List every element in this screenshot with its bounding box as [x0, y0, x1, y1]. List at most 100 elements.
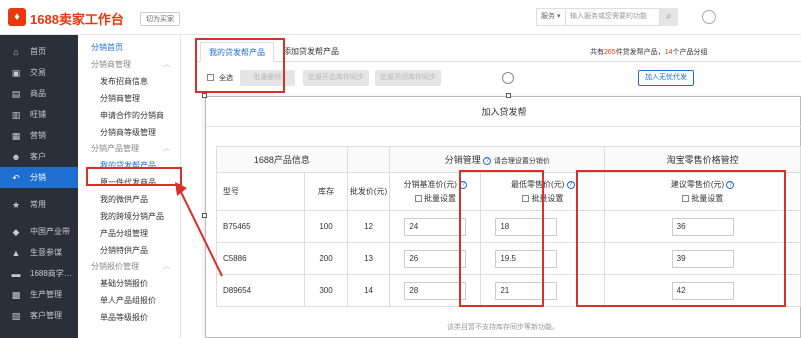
nav-item-label: 1688商学… — [30, 269, 72, 278]
trade-icon: ▣ — [11, 68, 21, 78]
sub-nav-item[interactable]: 分销商管理 — [78, 90, 180, 107]
search-icon: ⌕ — [666, 11, 672, 22]
nav-item-crm[interactable]: ▧ 客户管理 — [0, 305, 78, 326]
switch-to-buyer-button[interactable]: 切为买家 — [140, 12, 180, 26]
chevron-up-icon: ︿ — [163, 61, 170, 68]
sub-nav-item[interactable]: 发布招商信息 — [78, 73, 180, 90]
school-icon: ▬ — [11, 269, 21, 279]
dist-header-label: 分销管理 — [444, 155, 481, 165]
nav-item-label: 生意参谋 — [30, 248, 62, 257]
sub-nav-item[interactable]: 我的微供产品 — [78, 191, 180, 208]
sub-nav: 分销首页 分销商管理 ︿ 发布招商信息 分销商管理 申请合作的分销商 分销商等级管理 分销产品… — [78, 35, 181, 338]
crm-icon: ▧ — [11, 311, 21, 321]
resize-handle[interactable] — [202, 93, 207, 98]
base-price-label: 分销基准价(元) — [403, 180, 457, 189]
nav-item-label: 营销 — [30, 131, 46, 140]
business-icon: ▲ — [11, 248, 21, 258]
nav-item-production[interactable]: ▩ 生产管理 — [0, 284, 78, 305]
top-bar: ♦ 1688卖家工作台 切为买家 服务 ▾ 输入服务或您需要的功能 ⌕ — [0, 0, 801, 35]
service-select[interactable]: 服务 ▾ — [536, 8, 566, 26]
dialog-title: 加入贷发帮 — [206, 97, 801, 127]
customer-icon: ☻ — [11, 152, 21, 162]
batch-enable-sync-button[interactable]: 批量开启库存同步 — [303, 70, 369, 86]
distribution-icon: ↶ — [12, 173, 20, 183]
product-count: 265 — [604, 49, 616, 56]
summary-post: 个产品分组 — [672, 49, 708, 56]
summary-pre: 共有 — [590, 49, 604, 56]
nav-item-label: 首页 — [30, 47, 46, 56]
sub-nav-item[interactable]: 产品分组管理 — [78, 225, 180, 242]
sub-nav-item[interactable]: 分销商等级管理 — [78, 124, 180, 141]
nav-item-star[interactable]: ★ 常用 — [0, 194, 78, 215]
nav-item-label: 商品 — [30, 89, 46, 98]
summary-text: 共有265件贷发帮产品，14个产品分组 — [590, 47, 707, 57]
cell-stock: 100 — [304, 210, 348, 243]
group-title: 分销商管理 — [91, 60, 131, 69]
cell-stock: 300 — [304, 274, 348, 307]
tab-bar: 我的贷发帮产品 添加贷发帮产品 — [195, 42, 801, 62]
nav-item-marketing[interactable]: ▦ 营销 — [0, 125, 78, 146]
base-price-input[interactable]: 24 — [404, 217, 467, 236]
batch-disable-sync-button[interactable]: 批量关闭库存同步 — [375, 70, 441, 86]
batch-base-checkbox[interactable] — [414, 195, 422, 202]
search-button[interactable]: ⌕ — [660, 8, 678, 26]
sub-nav-item[interactable]: 基础分销报价 — [78, 275, 180, 292]
nav-item-goods[interactable]: ▤ 商品 — [0, 83, 78, 104]
help-icon[interactable]: ? — [566, 180, 575, 189]
sub-nav-item[interactable]: 申请合作的分销商 — [78, 107, 180, 124]
rotate-icon[interactable] — [502, 72, 514, 84]
help-icon[interactable]: ? — [483, 156, 492, 165]
cell-wholesale: 12 — [346, 210, 391, 243]
nav-item-distribution[interactable]: ↶ 分销 — [0, 167, 78, 188]
col-wholesale: 批发价(元) — [346, 172, 391, 211]
home-icon: ⌂ — [13, 47, 19, 57]
cell-wholesale: 14 — [346, 274, 391, 307]
logo-icon[interactable]: ♦ — [8, 8, 26, 26]
search-input[interactable]: 输入服务或您需要的功能 — [566, 8, 660, 26]
sub-nav-item[interactable]: 分销特供产品 — [78, 242, 180, 259]
sub-nav-group-title[interactable]: 分销商管理 ︿ — [78, 57, 180, 73]
nav-item-home[interactable]: ⌂ 首页 — [0, 41, 78, 62]
nav-item-customer[interactable]: ☻ 客户 — [0, 146, 78, 167]
nav-item-industry[interactable]: ◆ 中国产业带 — [0, 221, 78, 242]
nav-item-label: 客户 — [30, 152, 46, 161]
sub-nav-group-title[interactable]: 分销产品管理 ︿ — [78, 141, 180, 157]
left-nav: ⌂ 首页 ▣ 交易 ▤ 商品 ▥ 旺铺 ▦ 营销 ☻ 客户 ↶ 分销 ★ 常用 ◆ 中国产业带 ▲ 生意参谋 ▬ 1688… — [0, 35, 78, 338]
user-icon[interactable] — [702, 10, 716, 24]
nav-item-shop[interactable]: ▥ 旺铺 — [0, 104, 78, 125]
nav-item-label: 交易 — [30, 68, 46, 77]
nav-item-school[interactable]: ▬ 1688商学… — [0, 263, 78, 284]
nav-item-label: 中国产业带 — [30, 227, 70, 236]
nav-item-label: 生产管理 — [30, 290, 62, 299]
nav-item-business[interactable]: ▲ 生意参谋 — [0, 242, 78, 263]
chevron-up-icon: ︿ — [163, 263, 170, 270]
marketing-icon: ▦ — [11, 131, 21, 141]
sub-nav-group-title[interactable]: 分销报价管理 ︿ — [78, 259, 180, 275]
summary-mid: 件贷发帮产品， — [615, 49, 665, 56]
tab-add-products[interactable]: 添加贷发帮产品 — [275, 42, 347, 62]
nav-item-label: 分销 — [30, 173, 46, 182]
sub-nav-item[interactable]: 我的跨境分销产品 — [78, 208, 180, 225]
sub-nav-item[interactable]: 单品等级报价 — [78, 309, 180, 326]
nav-item-label: 旺铺 — [30, 110, 46, 119]
base-price-input[interactable]: 28 — [404, 281, 467, 300]
nav-item-label: 常用 — [30, 200, 46, 209]
nav-item-trade[interactable]: ▣ 交易 — [0, 62, 78, 83]
sub-nav-home[interactable]: 分销首页 — [78, 35, 180, 57]
highlight-tab — [195, 38, 285, 93]
base-price-input[interactable]: 26 — [404, 249, 467, 268]
cell-stock: 200 — [304, 242, 348, 275]
highlight-base-price — [459, 170, 544, 307]
nav-item-label: 客户管理 — [30, 311, 62, 320]
resize-handle[interactable] — [506, 93, 511, 98]
sub-nav-item[interactable]: 单人产品组报价 — [78, 292, 180, 309]
add-free-dropship-button[interactable]: 加入无忧代发 — [638, 70, 694, 86]
star-icon: ★ — [11, 200, 21, 210]
group-header-dist: 分销管理 ? 请合理设置分销价 — [389, 146, 606, 173]
batch-label: 批量设置 — [423, 194, 456, 203]
industry-icon: ◆ — [12, 227, 20, 237]
dialog-note: 该类目暂不支持库存同步等新功能。 — [447, 324, 559, 331]
highlight-sub-nav — [86, 167, 182, 186]
dist-hint: 请合理设置分销价 — [493, 158, 550, 165]
goods-icon: ▤ — [11, 89, 21, 99]
